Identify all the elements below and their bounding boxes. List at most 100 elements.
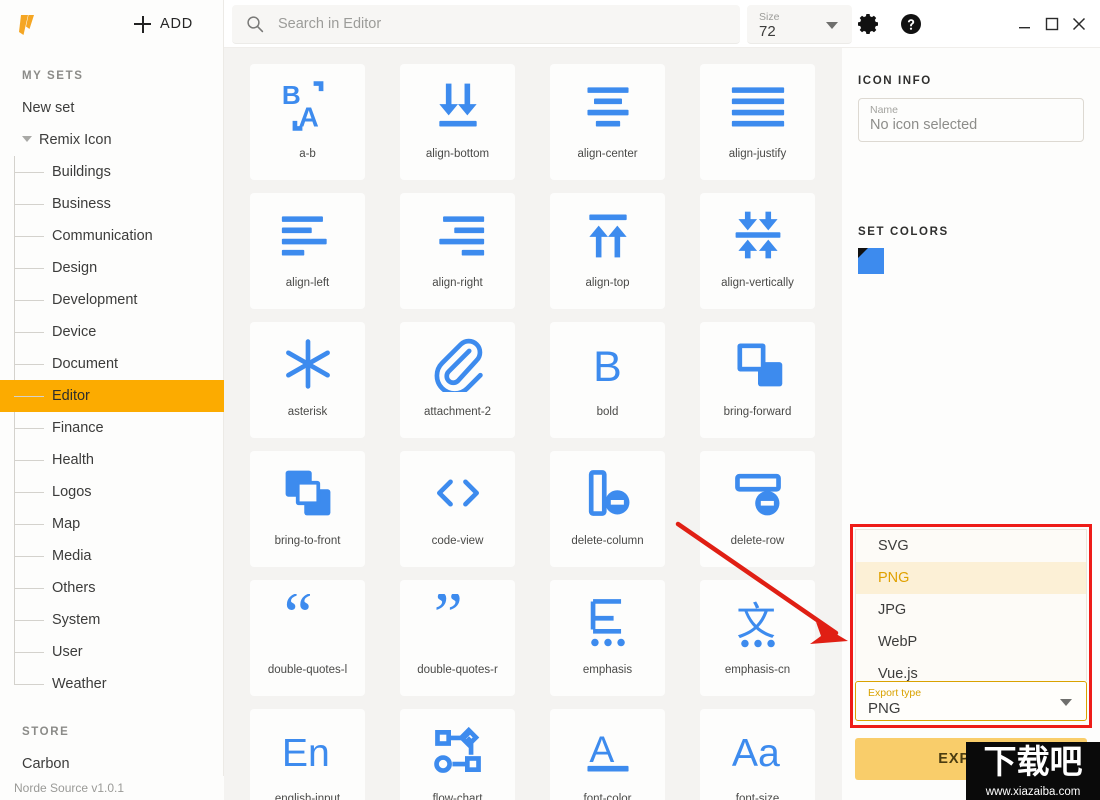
sidebar-item-others[interactable]: Others xyxy=(0,572,224,604)
sidebar: MY SETS New set Remix Icon BuildingsBusi… xyxy=(0,0,224,800)
color-swatch-button[interactable] xyxy=(858,248,884,274)
sidebar-item-map[interactable]: Map xyxy=(0,508,224,540)
icon-card[interactable]: align-left xyxy=(250,193,365,309)
sidebar-item-logos[interactable]: Logos xyxy=(0,476,224,508)
window-minimize-button[interactable] xyxy=(1015,14,1035,34)
icon-card[interactable]: align-right xyxy=(400,193,515,309)
icon-card[interactable]: Enenglish-input xyxy=(250,709,365,800)
sidebar-item-label: Communication xyxy=(52,228,153,244)
export-option-svg[interactable]: SVG xyxy=(856,530,1086,562)
icon-card-label: font-size xyxy=(701,793,814,800)
window-close-button[interactable] xyxy=(1069,14,1089,34)
sidebar-item-development[interactable]: Development xyxy=(0,284,224,316)
sidebar-item-new-set[interactable]: New set xyxy=(0,92,224,124)
icon-card[interactable]: attachment-2 xyxy=(400,322,515,438)
sidebar-item-system[interactable]: System xyxy=(0,604,224,636)
sidebar-item-label: Weather xyxy=(52,676,107,692)
export-type-select[interactable]: Export type PNG xyxy=(855,681,1087,721)
icon-card[interactable]: bring-forward xyxy=(700,322,815,438)
sidebar-item-label: Editor xyxy=(52,388,90,404)
bold-icon: B xyxy=(550,322,665,406)
sidebar-item-finance[interactable]: Finance xyxy=(0,412,224,444)
sidebar-item-device[interactable]: Device xyxy=(0,316,224,348)
icon-card-label: align-justify xyxy=(701,148,814,161)
icon-card[interactable]: align-justify xyxy=(700,64,815,180)
icon-card[interactable]: flow-chart xyxy=(400,709,515,800)
top-toolbar: ADD Size 72 xyxy=(224,0,1100,48)
icon-card[interactable]: align-center xyxy=(550,64,665,180)
icon-card[interactable]: A font-color xyxy=(550,709,665,800)
icon-card[interactable]: align-vertically xyxy=(700,193,815,309)
status-bar: Norde Source v1.0.1 xyxy=(0,776,224,800)
align-right-icon xyxy=(400,193,515,277)
watermark: 下载吧 www.xiazaiba.com xyxy=(966,742,1100,800)
size-selector[interactable]: Size 72 xyxy=(747,5,852,44)
icon-card[interactable]: align-top xyxy=(550,193,665,309)
code-view-icon xyxy=(400,451,515,535)
sidebar-item-document[interactable]: Document xyxy=(0,348,224,380)
asterisk-icon xyxy=(250,322,365,406)
align-bottom-icon xyxy=(400,64,515,148)
export-option-png[interactable]: PNG xyxy=(856,562,1086,594)
icon-card[interactable]: align-bottom xyxy=(400,64,515,180)
right-panel: ICON INFO Name No icon selected SET COLO… xyxy=(842,48,1100,800)
svg-text:”: ” xyxy=(433,594,462,650)
icon-name-label: Name xyxy=(870,104,898,116)
sidebar-item-business[interactable]: Business xyxy=(0,188,224,220)
icon-card[interactable]: Aafont-size xyxy=(700,709,815,800)
icon-card[interactable]: Bbold xyxy=(550,322,665,438)
sidebar-item-media[interactable]: Media xyxy=(0,540,224,572)
chevron-down-icon[interactable] xyxy=(1060,699,1072,706)
icon-card[interactable]: emphasis xyxy=(550,580,665,696)
icon-card-label: align-left xyxy=(251,277,364,290)
export-option-jpg[interactable]: JPG xyxy=(856,594,1086,626)
sidebar-item-user[interactable]: User xyxy=(0,636,224,668)
sidebar-item-label: Map xyxy=(52,516,80,532)
export-option-label: WebP xyxy=(878,634,917,650)
icon-card-label: a-b xyxy=(251,148,364,161)
export-type-label: Export type xyxy=(868,687,921,699)
search-input[interactable] xyxy=(278,16,718,32)
size-label: Size xyxy=(759,11,779,23)
color-swatch[interactable] xyxy=(858,248,884,274)
sidebar-item-weather[interactable]: Weather xyxy=(0,668,224,700)
export-type-dropdown-list[interactable]: SVGPNGJPGWebPVue.js xyxy=(855,529,1087,681)
settings-button[interactable] xyxy=(857,12,881,36)
chevron-down-icon[interactable] xyxy=(826,22,838,29)
icon-card[interactable]: B A a-b xyxy=(250,64,365,180)
sidebar-item-design[interactable]: Design xyxy=(0,252,224,284)
icon-card[interactable]: bring-to-front xyxy=(250,451,365,567)
help-button[interactable] xyxy=(899,12,923,36)
icon-card[interactable]: delete-column xyxy=(550,451,665,567)
icon-card-label: bring-to-front xyxy=(251,535,364,548)
icon-grid-area[interactable]: B A a-b align-bottom align-center align-ju… xyxy=(224,48,842,800)
export-option-label: JPG xyxy=(878,602,906,618)
window-maximize-button[interactable] xyxy=(1042,14,1062,34)
search-box[interactable] xyxy=(232,5,740,44)
icon-card[interactable]: 文 emphasis-cn xyxy=(700,580,815,696)
icon-card-label: align-center xyxy=(551,148,664,161)
sidebar-item-editor[interactable]: Editor xyxy=(0,380,224,412)
svg-text:文: 文 xyxy=(736,600,775,645)
icon-card[interactable]: “double-quotes-l xyxy=(250,580,365,696)
export-option-webp[interactable]: WebP xyxy=(856,626,1086,658)
icon-card[interactable]: code-view xyxy=(400,451,515,567)
icon-card-label: font-color xyxy=(551,793,664,800)
sidebar-scroll[interactable]: MY SETS New set Remix Icon BuildingsBusi… xyxy=(0,60,224,782)
sidebar-item-communication[interactable]: Communication xyxy=(0,220,224,252)
sidebar-item-label: Development xyxy=(52,292,137,308)
icon-card[interactable]: ”double-quotes-r xyxy=(400,580,515,696)
icon-card[interactable]: delete-row xyxy=(700,451,815,567)
add-button[interactable]: ADD xyxy=(134,11,193,37)
sidebar-item-label: Device xyxy=(52,324,96,340)
sidebar-item-buildings[interactable]: Buildings xyxy=(0,156,224,188)
icon-name-field[interactable]: Name No icon selected xyxy=(858,98,1084,142)
sidebar-item-health[interactable]: Health xyxy=(0,444,224,476)
sidebar-root-remix-icon[interactable]: Remix Icon xyxy=(0,124,224,156)
sidebar-header-store: STORE xyxy=(0,700,224,748)
sidebar-category-tree: BuildingsBusiness Communication Design Deve… xyxy=(0,156,224,700)
icon-card[interactable]: asterisk xyxy=(250,322,365,438)
chevron-down-icon[interactable] xyxy=(22,136,32,142)
align-center-icon xyxy=(550,64,665,148)
font-size-icon: Aa xyxy=(700,709,815,793)
